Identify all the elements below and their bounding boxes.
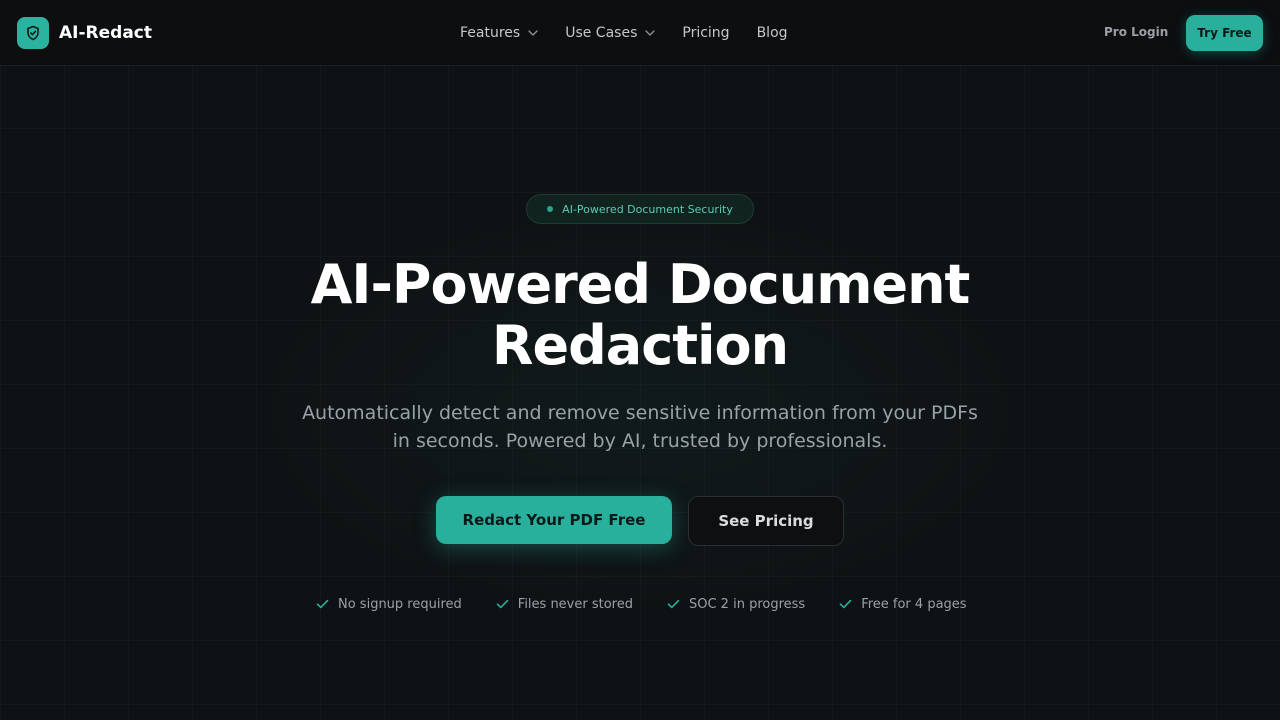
try-free-button[interactable]: Try Free	[1186, 15, 1263, 51]
brand-logo[interactable]: AI-Redact	[17, 17, 152, 49]
nav-pricing[interactable]: Pricing	[682, 25, 729, 41]
check-icon	[839, 599, 852, 609]
nav-blog-label: Blog	[756, 25, 788, 41]
feature-label: SOC 2 in progress	[688, 596, 806, 612]
feature-label: Free for 4 pages	[861, 596, 967, 612]
check-icon	[316, 599, 329, 609]
chevron-down-icon	[528, 30, 538, 36]
hero-title-line-2: Redaction	[491, 314, 789, 377]
shield-check-icon	[17, 17, 49, 49]
hero-title-line-1: AI-Powered Document	[310, 253, 971, 316]
hero-title: AI-Powered Document Redaction	[240, 254, 1040, 376]
pro-login-link[interactable]: Pro Login	[1104, 25, 1168, 39]
hero-subtitle-line-1: Automatically detect and remove sensitiv…	[302, 402, 978, 424]
hero-badge-label: AI-Powered Document Security	[562, 202, 733, 216]
nav-blog[interactable]: Blog	[757, 25, 788, 41]
check-icon	[667, 599, 680, 609]
nav-features[interactable]: Features	[460, 25, 538, 41]
feature-list: No signup required Files never stored SO…	[316, 594, 967, 614]
feature-label: Files never stored	[517, 596, 633, 612]
feature-item: Files never stored	[496, 597, 633, 612]
nav-features-label: Features	[460, 25, 521, 41]
hero-badge: AI-Powered Document Security	[526, 194, 754, 224]
main-nav: Features Use Cases Pricing Blog	[460, 22, 815, 44]
nav-use-cases-label: Use Cases	[565, 25, 638, 41]
top-navbar: AI-Redact Features Use Cases Pricing Blo…	[0, 0, 1280, 66]
hero-subtitle-line-2: in seconds. Powered by AI, trusted by pr…	[392, 430, 888, 452]
redact-pdf-button[interactable]: Redact Your PDF Free	[436, 496, 672, 544]
feature-item: Free for 4 pages	[839, 596, 967, 612]
status-dot-icon	[547, 206, 554, 212]
chevron-down-icon	[645, 30, 656, 36]
see-pricing-button[interactable]: See Pricing	[688, 496, 844, 546]
hero-subtitle: Automatically detect and remove sensitiv…	[290, 399, 990, 455]
nav-pricing-label: Pricing	[682, 25, 730, 41]
check-icon	[496, 599, 509, 609]
nav-use-cases[interactable]: Use Cases	[565, 25, 656, 41]
feature-item: SOC 2 in progress	[667, 597, 805, 612]
feature-label: No signup required	[338, 596, 462, 612]
feature-item: No signup required	[316, 597, 462, 612]
brand-name: AI-Redact	[59, 23, 153, 43]
landing-page: AI-Redact Features Use Cases Pricing Blo…	[0, 0, 1280, 720]
